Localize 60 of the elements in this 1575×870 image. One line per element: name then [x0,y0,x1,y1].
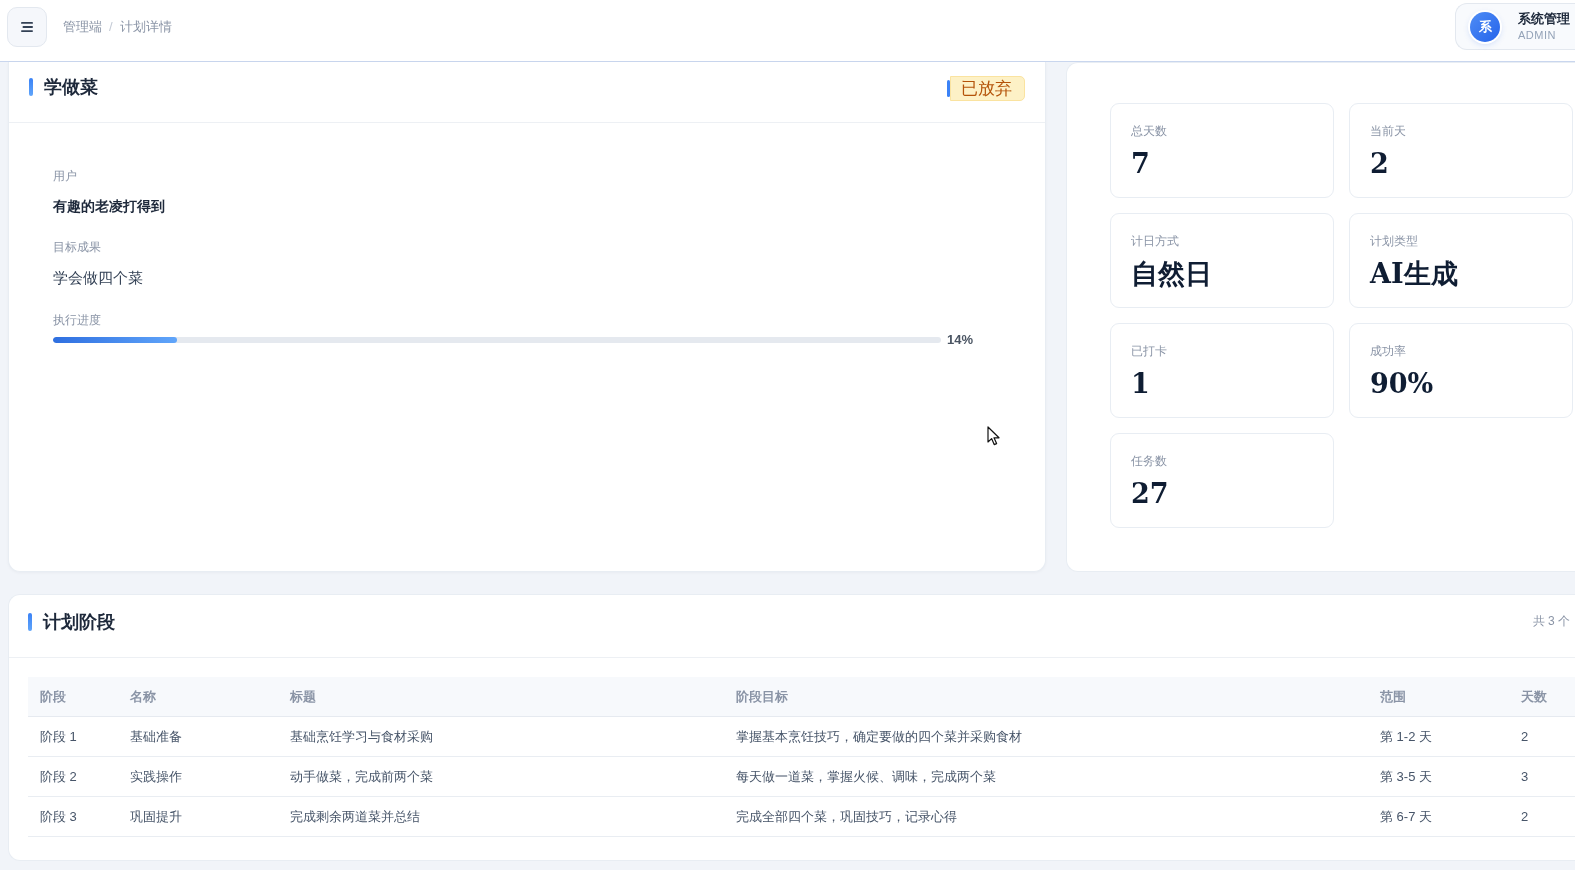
table-cell-text: 基础烹饪学习与食材采购 [289,727,434,746]
table-cell-text: 2 [1520,728,1530,746]
table-cell-text: 第 1-2 天 [1379,727,1433,746]
table-cell-text: 第 6-7 天 [1379,807,1433,826]
table-cell-text: 完成全部四个菜，巩固技巧，记录心得 [735,807,958,826]
table-cell-text: 阶段 1 [39,727,78,746]
field-label: 目标成果 [53,239,101,255]
title-marker-icon [28,612,32,631]
stat-label: 已打卡 [1131,343,1167,359]
stat-value: 自然日 [1131,258,1212,290]
stat-value: 1 [1131,368,1150,400]
column-header: 范围 [1379,687,1407,706]
menu-icon [21,21,33,32]
table-cell-text: 基础准备 [129,727,183,746]
progress-percent: 14% [947,332,975,347]
stat-label: 计日方式 [1131,233,1179,249]
phase-count: 共 3 个 [1532,613,1570,630]
stat-value: 27 [1131,478,1169,510]
table-cell-text: 阶段 2 [39,767,78,786]
table-cell-text: 动手做菜，完成前两个菜 [289,767,434,786]
stat-label: 成功率 [1370,343,1406,359]
table-cell-text: 掌握基本烹饪技巧，确定要做的四个菜并采购食材 [735,727,1023,746]
stat-label: 总天数 [1131,123,1167,139]
table-cell-text: 3 [1520,768,1530,786]
column-header: 阶段目标 [735,687,789,706]
user-role: ADMIN [1518,27,1556,43]
table-cell-text: 实践操作 [129,767,183,786]
plan-title: 学做菜 [44,75,98,99]
user-avatar: 系 [1470,11,1500,42]
table-cell-text: 巩固提升 [129,807,183,826]
column-header: 名称 [129,687,157,706]
user-menu[interactable]: 系 系统管理 ADMIN [1455,3,1575,50]
status-tag: 已放弃 [950,76,1025,101]
stat-value: 2 [1370,148,1389,180]
table-cell-text: 第 3-5 天 [1379,767,1433,786]
stat-value: AI生成 [1370,258,1458,290]
stat-value: 7 [1131,148,1150,180]
title-marker-icon [29,78,33,96]
mouse-pointer-icon [987,426,1000,446]
tag-marker-icon [947,80,950,97]
stat-label: 计划类型 [1370,233,1418,249]
phases-title: 计划阶段 [43,609,115,634]
column-header: 天数 [1520,687,1548,706]
stat-value: 90% [1370,368,1434,400]
field-label: 执行进度 [53,312,101,328]
breadcrumb-separator: / [109,19,113,34]
breadcrumb-current: 计划详情 [119,17,172,36]
stat-label: 任务数 [1131,453,1167,469]
table-cell-text: 每天做一道菜，掌握火候、调味，完成两个菜 [735,767,997,786]
field-label: 用户 [53,168,77,184]
column-header: 阶段 [39,687,67,706]
menu-button[interactable] [7,6,47,47]
field-value: 有趣的老凌打得到 [53,197,165,216]
field-value: 学会做四个菜 [53,268,143,288]
table-cell-text: 完成剩余两道菜并总结 [289,807,421,826]
user-name: 系统管理 [1518,9,1570,27]
stat-label: 当前天 [1370,123,1406,139]
table-cell-text: 2 [1520,808,1530,826]
table-cell-text: 阶段 3 [39,807,78,826]
column-header: 标题 [289,687,317,706]
